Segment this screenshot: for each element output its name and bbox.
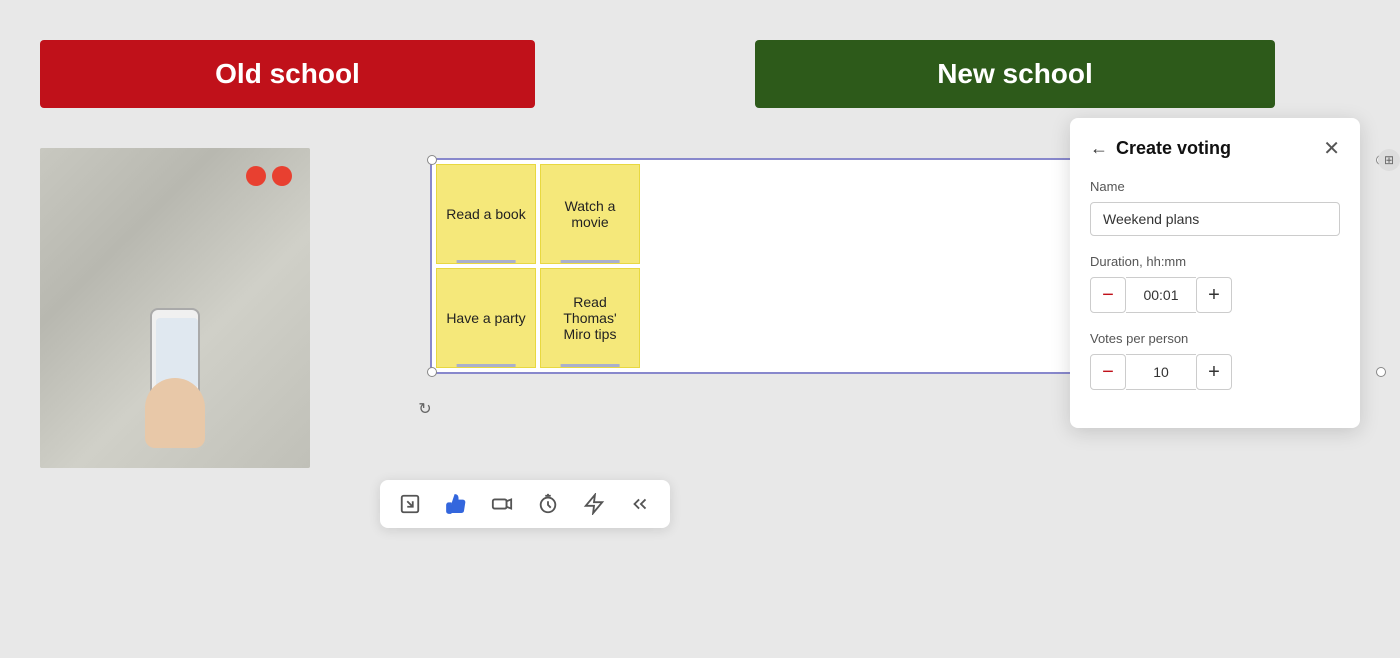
- new-school-banner: New school: [755, 40, 1275, 108]
- voting-header-left: ← Create voting: [1090, 138, 1231, 159]
- votes-stepper: − 10 +: [1090, 354, 1340, 390]
- sticky-note-4[interactable]: Read Thomas' Miro tips: [540, 268, 640, 368]
- voting-panel-header: ← Create voting ✕: [1090, 138, 1340, 159]
- duration-field-label: Duration, hh:mm: [1090, 254, 1340, 269]
- votes-value: 10: [1126, 354, 1196, 390]
- hand-phone-image: [135, 308, 215, 448]
- collapse-toolbar-icon[interactable]: [626, 490, 654, 518]
- votes-decrease-button[interactable]: −: [1090, 354, 1126, 390]
- video-icon[interactable]: [488, 490, 516, 518]
- duration-value: 00:01: [1126, 277, 1196, 313]
- create-voting-panel: ← Create voting ✕ Name Duration, hh:mm −…: [1070, 118, 1360, 428]
- new-school-area: ⊞ Read a book Watch a movie Have a party…: [370, 148, 1360, 548]
- name-field-label: Name: [1090, 179, 1340, 194]
- votes-field-label: Votes per person: [1090, 331, 1340, 346]
- rotate-handle[interactable]: ↻: [415, 399, 435, 419]
- share-icon[interactable]: [396, 490, 424, 518]
- voting-panel-title: Create voting: [1116, 138, 1231, 159]
- sticky-note-3[interactable]: Have a party: [436, 268, 536, 368]
- timer-icon[interactable]: [534, 490, 562, 518]
- old-school-banner: Old school: [40, 40, 535, 108]
- bottom-toolbar: [380, 480, 670, 528]
- sticky-note-1[interactable]: Read a book: [436, 164, 536, 264]
- votes-increase-button[interactable]: +: [1196, 354, 1232, 390]
- red-dot-1: [246, 166, 266, 186]
- lightning-icon[interactable]: [580, 490, 608, 518]
- back-arrow-icon[interactable]: ←: [1090, 138, 1108, 159]
- close-panel-button[interactable]: ✕: [1323, 139, 1340, 159]
- voting-name-input[interactable]: [1090, 202, 1340, 236]
- duration-increase-button[interactable]: +: [1196, 277, 1232, 313]
- thumbs-up-icon[interactable]: [442, 490, 470, 518]
- red-dot-2: [272, 166, 292, 186]
- drag-handle[interactable]: ⊞: [1378, 149, 1400, 171]
- duration-stepper: − 00:01 +: [1090, 277, 1340, 313]
- duration-decrease-button[interactable]: −: [1090, 277, 1126, 313]
- handle-bottom-right[interactable]: [1376, 367, 1386, 377]
- handle-bottom-left[interactable]: [427, 367, 437, 377]
- red-dots-indicator: [246, 166, 292, 186]
- sticky-note-2[interactable]: Watch a movie: [540, 164, 640, 264]
- old-school-photo: [40, 148, 310, 468]
